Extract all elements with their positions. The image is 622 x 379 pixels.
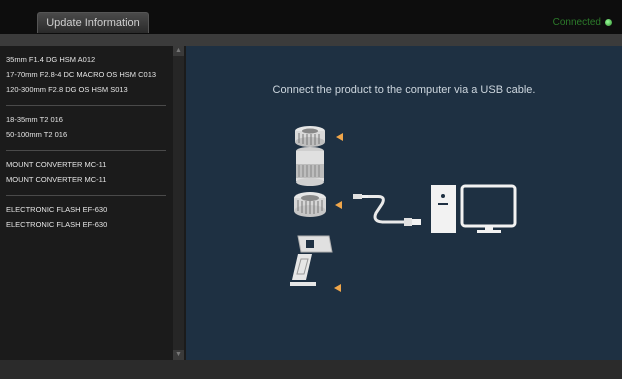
pointer-arrow-icon <box>336 133 343 141</box>
product-item[interactable]: 35mm F1.4 DG HSM A012 <box>6 52 166 67</box>
mount-converter-icon <box>295 126 325 147</box>
product-group: MOUNT CONVERTER MC-11 MOUNT CONVERTER MC… <box>6 151 166 196</box>
product-item[interactable]: 120-300mm F2.8 DG OS HSM S013 <box>6 82 166 97</box>
product-item[interactable]: ELECTRONIC FLASH EF-630 <box>6 202 166 217</box>
pointer-arrow-icon <box>334 284 341 292</box>
product-item[interactable]: ELECTRONIC FLASH EF-630 <box>6 217 166 232</box>
usb-cable-icon <box>353 194 421 226</box>
status-label: Connected <box>552 17 601 28</box>
product-group: ELECTRONIC FLASH EF-630 ELECTRONIC FLASH… <box>6 196 166 240</box>
toolbar-strip <box>0 34 622 46</box>
connected-indicator-icon <box>605 19 612 26</box>
connection-illustration <box>290 126 517 292</box>
pointer-arrow-icon <box>335 201 342 209</box>
monitor-icon <box>460 184 517 233</box>
product-item[interactable]: 18-35mm T2 016 <box>6 112 166 127</box>
scroll-up-icon[interactable]: ▲ <box>173 46 184 56</box>
computer-tower-icon <box>431 185 456 233</box>
main-panel: Connect the product to the computer via … <box>186 46 622 360</box>
scroll-down-icon[interactable]: ▼ <box>173 350 184 360</box>
product-group: 18-35mm T2 016 50-100mm T2 016 <box>6 106 166 151</box>
status-bar <box>0 360 622 379</box>
product-item[interactable]: 50-100mm T2 016 <box>6 127 166 142</box>
product-item[interactable]: MOUNT CONVERTER MC-11 <box>6 172 166 187</box>
top-bar: Update Information Connected <box>0 0 622 34</box>
product-item[interactable]: MOUNT CONVERTER MC-11 <box>6 157 166 172</box>
lens-icon <box>296 147 324 186</box>
connection-status: Connected <box>553 17 612 28</box>
product-group: 35mm F1.4 DG HSM A012 17-70mm F2.8-4 DC … <box>6 46 166 106</box>
product-list: 35mm F1.4 DG HSM A012 17-70mm F2.8-4 DC … <box>0 46 172 360</box>
list-scrollbar[interactable]: ▲ ▼ <box>173 46 184 360</box>
product-list-panel: 35mm F1.4 DG HSM A012 17-70mm F2.8-4 DC … <box>0 46 186 360</box>
mount-converter-icon <box>294 192 326 217</box>
update-information-tab[interactable]: Update Information <box>37 12 149 33</box>
product-item[interactable]: 17-70mm F2.8-4 DC MACRO OS HSM C013 <box>6 67 166 82</box>
flash-icon <box>290 235 333 286</box>
